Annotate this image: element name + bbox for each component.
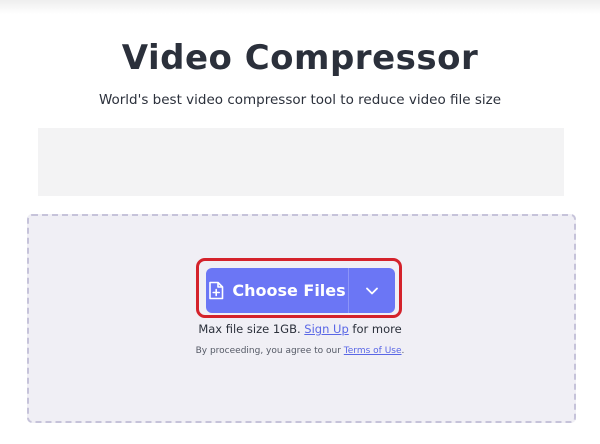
upload-source-dropdown[interactable] (349, 268, 395, 313)
choose-files-button[interactable]: Choose Files (206, 268, 349, 313)
file-plus-icon (208, 281, 224, 300)
terms-text: By proceeding, you agree to our (195, 346, 341, 356)
limit-suffix: for more (352, 322, 402, 336)
choose-files-button-group: Choose Files (206, 268, 395, 313)
terms-note: By proceeding, you agree to our Terms of… (0, 344, 600, 358)
page-subtitle: World's best video compressor tool to re… (98, 92, 502, 108)
file-size-limit-note: Max file size 1GB. Sign Up for more (0, 321, 600, 337)
terms-of-use-link[interactable]: Terms of Use (344, 346, 402, 356)
choose-files-label: Choose Files (232, 281, 346, 300)
limit-text: Max file size 1GB. (198, 322, 301, 336)
header-shadow (0, 0, 600, 14)
page-title: Video Compressor (121, 38, 479, 78)
ad-placeholder (38, 128, 564, 196)
file-drop-zone[interactable] (27, 214, 576, 423)
sign-up-link[interactable]: Sign Up (304, 322, 348, 336)
chevron-down-icon (366, 287, 378, 295)
terms-period: . (401, 346, 405, 356)
